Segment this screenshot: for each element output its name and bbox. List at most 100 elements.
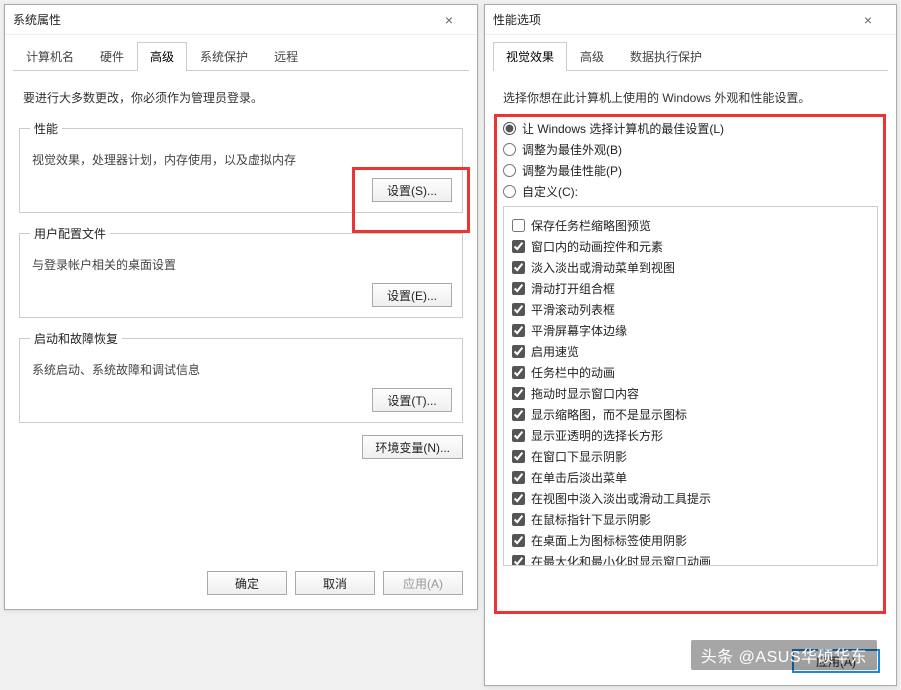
- perfopts-titlebar: 性能选项 ×: [485, 5, 896, 35]
- cancel-button[interactable]: 取消: [295, 571, 375, 595]
- perfopts-tabs: 视觉效果 高级 数据执行保护: [493, 41, 888, 71]
- check-label: 滑动打开组合框: [531, 280, 615, 297]
- startup-recovery-settings-button[interactable]: 设置(T)...: [372, 388, 452, 412]
- close-icon[interactable]: ×: [848, 12, 888, 28]
- check-item[interactable]: 平滑屏幕字体边缘: [512, 322, 869, 339]
- radio-label: 自定义(C):: [522, 183, 578, 200]
- radio-label: 调整为最佳外观(B): [522, 141, 622, 158]
- check-label: 在鼠标指针下显示阴影: [531, 511, 651, 528]
- startup-recovery-legend: 启动和故障恢复: [30, 330, 122, 347]
- check-item[interactable]: 滑动打开组合框: [512, 280, 869, 297]
- check-input[interactable]: [512, 534, 525, 547]
- perfopts-apply-button[interactable]: 应用(A): [792, 649, 880, 673]
- performance-settings-button[interactable]: 设置(S)...: [372, 178, 452, 202]
- perfopts-intro: 选择你想在此计算机上使用的 Windows 外观和性能设置。: [503, 89, 878, 106]
- ok-button[interactable]: 确定: [207, 571, 287, 595]
- check-input[interactable]: [512, 471, 525, 484]
- check-input[interactable]: [512, 450, 525, 463]
- check-input[interactable]: [512, 282, 525, 295]
- check-input[interactable]: [512, 261, 525, 274]
- check-label: 淡入淡出或滑动菜单到视图: [531, 259, 675, 276]
- system-properties-dialog: 系统属性 × 计算机名 硬件 高级 系统保护 远程 要进行大多数更改，你必须作为…: [4, 4, 478, 610]
- check-input[interactable]: [512, 429, 525, 442]
- check-label: 显示亚透明的选择长方形: [531, 427, 663, 444]
- sysprops-intro: 要进行大多数更改，你必须作为管理员登录。: [23, 89, 459, 106]
- check-input[interactable]: [512, 303, 525, 316]
- startup-recovery-desc: 系统启动、系统故障和调试信息: [32, 361, 450, 378]
- check-item[interactable]: 在鼠标指针下显示阴影: [512, 511, 869, 528]
- check-label: 任务栏中的动画: [531, 364, 615, 381]
- radio-visual-effects-option[interactable]: 自定义(C):: [503, 183, 878, 200]
- user-profile-settings-button[interactable]: 设置(E)...: [372, 283, 452, 307]
- user-profile-desc: 与登录帐户相关的桌面设置: [32, 256, 450, 273]
- perfopts-title: 性能选项: [493, 11, 848, 28]
- environment-variables-button[interactable]: 环境变量(N)...: [362, 435, 463, 459]
- visual-effects-checklist[interactable]: 保存任务栏缩略图预览窗口内的动画控件和元素淡入淡出或滑动菜单到视图滑动打开组合框…: [503, 206, 878, 566]
- check-input[interactable]: [512, 366, 525, 379]
- check-label: 在视图中淡入淡出或滑动工具提示: [531, 490, 711, 507]
- check-item[interactable]: 在桌面上为图标标签使用阴影: [512, 532, 869, 549]
- performance-group: 性能 视觉效果，处理器计划，内存使用，以及虚拟内存 设置(S)...: [19, 120, 463, 213]
- user-profile-group: 用户配置文件 与登录帐户相关的桌面设置 设置(E)...: [19, 225, 463, 318]
- check-item[interactable]: 窗口内的动画控件和元素: [512, 238, 869, 255]
- check-input[interactable]: [512, 324, 525, 337]
- check-item[interactable]: 在最大化和最小化时显示窗口动画: [512, 553, 869, 566]
- check-label: 平滑屏幕字体边缘: [531, 322, 627, 339]
- user-profile-legend: 用户配置文件: [30, 225, 110, 242]
- check-item[interactable]: 启用速览: [512, 343, 869, 360]
- startup-recovery-group: 启动和故障恢复 系统启动、系统故障和调试信息 设置(T)...: [19, 330, 463, 423]
- radio-visual-effects-option[interactable]: 让 Windows 选择计算机的最佳设置(L): [503, 120, 878, 137]
- tab-computer-name[interactable]: 计算机名: [13, 42, 87, 71]
- check-input[interactable]: [512, 513, 525, 526]
- sysprops-titlebar: 系统属性 ×: [5, 5, 477, 35]
- check-label: 启用速览: [531, 343, 579, 360]
- check-item[interactable]: 淡入淡出或滑动菜单到视图: [512, 259, 869, 276]
- check-item[interactable]: 显示缩略图，而不是显示图标: [512, 406, 869, 423]
- apply-button[interactable]: 应用(A): [383, 571, 463, 595]
- check-item[interactable]: 平滑滚动列表框: [512, 301, 869, 318]
- radio-visual-effects-option[interactable]: 调整为最佳外观(B): [503, 141, 878, 158]
- check-input[interactable]: [512, 555, 525, 566]
- tab-visual-effects[interactable]: 视觉效果: [493, 42, 567, 71]
- check-item[interactable]: 拖动时显示窗口内容: [512, 385, 869, 402]
- check-item[interactable]: 保存任务栏缩略图预览: [512, 217, 869, 234]
- check-label: 显示缩略图，而不是显示图标: [531, 406, 687, 423]
- check-item[interactable]: 任务栏中的动画: [512, 364, 869, 381]
- tab-perf-advanced[interactable]: 高级: [567, 42, 617, 71]
- check-input[interactable]: [512, 408, 525, 421]
- check-input[interactable]: [512, 345, 525, 358]
- tab-remote[interactable]: 远程: [261, 42, 311, 71]
- check-label: 拖动时显示窗口内容: [531, 385, 639, 402]
- check-label: 平滑滚动列表框: [531, 301, 615, 318]
- check-item[interactable]: 在单击后淡出菜单: [512, 469, 869, 486]
- check-item[interactable]: 显示亚透明的选择长方形: [512, 427, 869, 444]
- check-label: 保存任务栏缩略图预览: [531, 217, 651, 234]
- radio-input[interactable]: [503, 164, 516, 177]
- sysprops-tabs: 计算机名 硬件 高级 系统保护 远程: [13, 41, 469, 71]
- radio-input[interactable]: [503, 185, 516, 198]
- tab-hardware[interactable]: 硬件: [87, 42, 137, 71]
- performance-desc: 视觉效果，处理器计划，内存使用，以及虚拟内存: [32, 151, 450, 168]
- check-label: 在最大化和最小化时显示窗口动画: [531, 553, 711, 566]
- performance-legend: 性能: [30, 120, 62, 137]
- radio-visual-effects-option[interactable]: 调整为最佳性能(P): [503, 162, 878, 179]
- check-input[interactable]: [512, 492, 525, 505]
- check-item[interactable]: 在窗口下显示阴影: [512, 448, 869, 465]
- check-label: 在单击后淡出菜单: [531, 469, 627, 486]
- sysprops-footer: 确定 取消 应用(A): [207, 571, 463, 595]
- check-item[interactable]: 在视图中淡入淡出或滑动工具提示: [512, 490, 869, 507]
- check-input[interactable]: [512, 240, 525, 253]
- check-label: 在桌面上为图标标签使用阴影: [531, 532, 687, 549]
- performance-options-dialog: 性能选项 × 视觉效果 高级 数据执行保护 选择你想在此计算机上使用的 Wind…: [484, 4, 897, 686]
- tab-system-protection[interactable]: 系统保护: [187, 42, 261, 71]
- check-input[interactable]: [512, 219, 525, 232]
- tab-dep[interactable]: 数据执行保护: [617, 42, 715, 71]
- check-label: 在窗口下显示阴影: [531, 448, 627, 465]
- tab-advanced[interactable]: 高级: [137, 42, 187, 71]
- check-input[interactable]: [512, 387, 525, 400]
- radio-input[interactable]: [503, 143, 516, 156]
- close-icon[interactable]: ×: [429, 12, 469, 28]
- radio-label: 让 Windows 选择计算机的最佳设置(L): [522, 120, 724, 137]
- radio-label: 调整为最佳性能(P): [522, 162, 622, 179]
- radio-input[interactable]: [503, 122, 516, 135]
